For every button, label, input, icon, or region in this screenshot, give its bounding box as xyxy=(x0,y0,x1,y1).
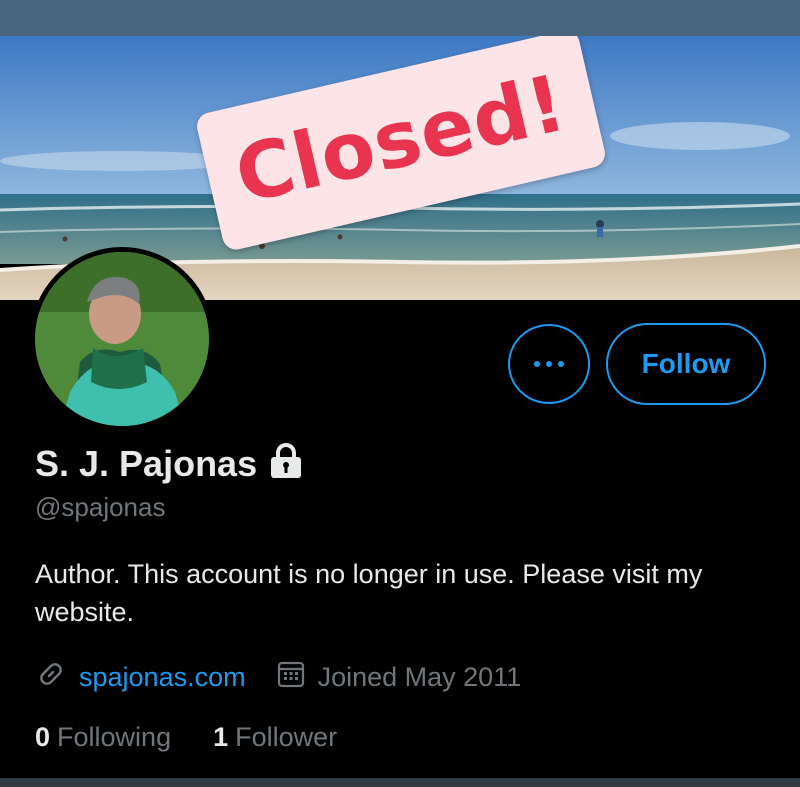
following-count: 0 xyxy=(35,722,51,752)
more-options-icon xyxy=(534,361,564,367)
joined-date: Joined May 2011 xyxy=(317,662,522,692)
followers-count-link[interactable]: 1 Follower xyxy=(213,722,337,753)
avatar[interactable] xyxy=(30,247,214,431)
followers-count: 1 xyxy=(213,722,229,752)
display-name: S. J. Pajonas xyxy=(35,442,258,484)
handle: @spajonas xyxy=(35,492,166,522)
calendar-icon xyxy=(276,659,306,696)
link-icon xyxy=(35,658,67,697)
top-strip xyxy=(0,0,800,36)
follow-button[interactable]: Follow xyxy=(606,323,766,405)
website-link[interactable]: spajonas.com xyxy=(79,662,246,693)
following-label: Following xyxy=(57,722,172,752)
follow-counts: 0 Following 1 Follower xyxy=(35,722,337,753)
followers-label: Follower xyxy=(235,722,338,752)
profile-meta: spajonas.com Joined May 2011 xyxy=(35,658,521,697)
bottom-divider xyxy=(0,778,800,787)
avatar-photo xyxy=(35,252,209,426)
bio: Author. This account is no longer in use… xyxy=(35,559,703,627)
more-options-button[interactable] xyxy=(508,324,590,404)
name-row: S. J. Pajonas xyxy=(35,440,307,487)
following-count-link[interactable]: 0 Following xyxy=(35,722,171,753)
lock-icon xyxy=(265,440,307,487)
